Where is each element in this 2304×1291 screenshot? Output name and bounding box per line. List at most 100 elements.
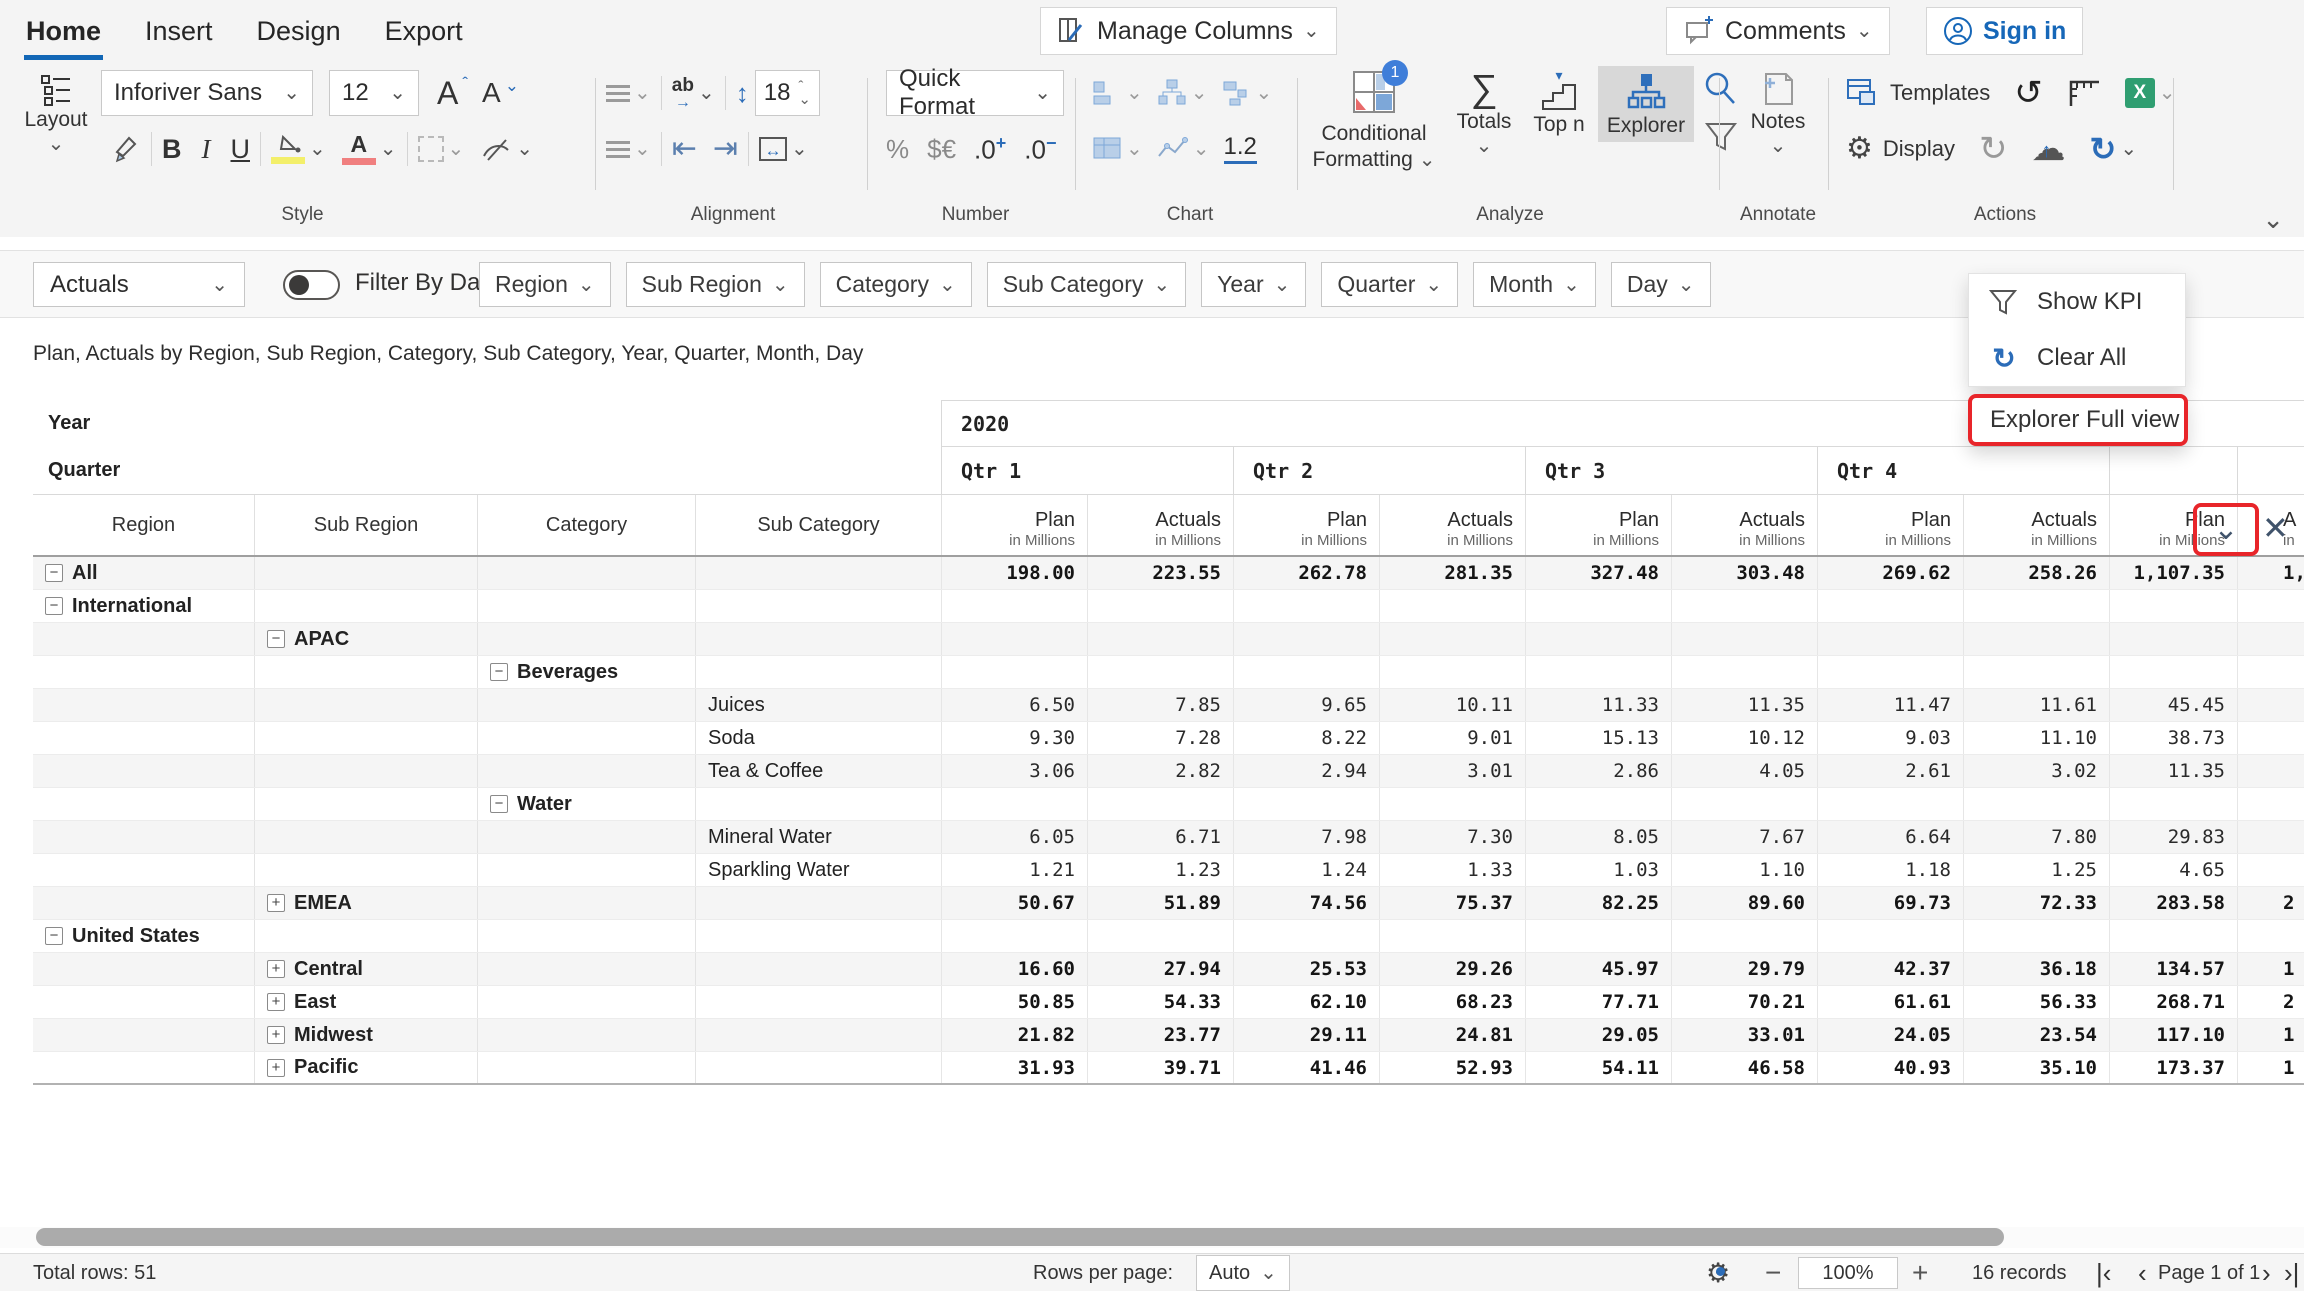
page-prev-icon[interactable]: ‹: [2138, 1254, 2147, 1291]
vertical-align-button[interactable]: ⌄: [606, 83, 651, 103]
row-height-spinner[interactable]: 18 ˆ⌄: [755, 70, 820, 116]
clear-formatting-button[interactable]: ⌄: [480, 134, 533, 164]
filter-by-date-toggle[interactable]: [283, 270, 340, 300]
measure-select[interactable]: Actuals ⌄: [33, 262, 245, 307]
notes-button[interactable]: Notes ⌄: [1738, 70, 1818, 156]
bar-chart-button[interactable]: ⌄: [1092, 78, 1143, 108]
tab-home[interactable]: Home: [26, 0, 101, 62]
font-size-select[interactable]: 12 ⌄: [329, 70, 419, 116]
chip-day[interactable]: Day⌄: [1611, 262, 1711, 307]
expand-icon[interactable]: +: [267, 1059, 285, 1077]
column-header-category[interactable]: Category: [477, 495, 695, 555]
column-header-sub-category[interactable]: Sub Category: [695, 495, 941, 555]
expand-icon[interactable]: +: [267, 894, 285, 912]
tab-export[interactable]: Export: [385, 0, 463, 62]
layout-button[interactable]: Layout ⌄: [17, 72, 95, 154]
text-overflow-button[interactable]: ab→ ⌄: [672, 76, 715, 111]
increase-indent-icon[interactable]: ⇥: [713, 134, 738, 164]
collapse-icon[interactable]: −: [45, 597, 63, 615]
sign-in-button[interactable]: Sign in: [1926, 7, 2083, 55]
decrease-font-button[interactable]: A⌄: [482, 77, 519, 109]
explorer-button[interactable]: Explorer: [1598, 66, 1694, 142]
chip-sub-category[interactable]: Sub Category⌄: [987, 262, 1186, 307]
font-color-button[interactable]: A ⌄: [342, 133, 397, 165]
quarter-header[interactable]: Qtr 4: [1817, 447, 2109, 495]
expand-icon[interactable]: +: [267, 1026, 285, 1044]
format-painter-button[interactable]: [111, 134, 141, 164]
chip-quarter[interactable]: Quarter⌄: [1321, 262, 1458, 307]
top-n-button[interactable]: ▾ Top n: [1524, 70, 1594, 137]
conditional-formatting-button[interactable]: 1 Conditional Formatting ⌄: [1306, 70, 1442, 174]
expand-icon[interactable]: +: [267, 993, 285, 1011]
page-first-icon[interactable]: |‹: [2096, 1254, 2111, 1291]
export-excel-button[interactable]: X ⌄: [2125, 78, 2176, 108]
spinner-down-icon[interactable]: ⌄: [798, 93, 811, 107]
chip-category[interactable]: Category⌄: [820, 262, 972, 307]
column-header-measure[interactable]: Planin Millions: [1233, 495, 1379, 555]
collapse-ribbon-icon[interactable]: ⌄: [2262, 204, 2284, 235]
underline-button[interactable]: U: [231, 134, 251, 165]
decrease-indent-icon[interactable]: ⇤: [672, 134, 697, 164]
number-format-button[interactable]: 1.2: [1224, 134, 1257, 163]
increase-font-button[interactable]: Aˆ: [437, 75, 468, 112]
chip-sub-region[interactable]: Sub Region⌄: [626, 262, 805, 307]
zoom-out-icon[interactable]: −: [1765, 1254, 1781, 1291]
scrollbar-thumb[interactable]: [36, 1228, 2004, 1246]
quarter-header[interactable]: Qtr 1: [941, 447, 1233, 495]
fill-color-button[interactable]: ⌄: [271, 135, 326, 164]
expand-icon[interactable]: +: [267, 960, 285, 978]
refresh-button[interactable]: ↻ ⌄: [2090, 133, 2138, 165]
collapse-icon[interactable]: −: [45, 927, 63, 945]
publish-icon[interactable]: ☁ ↑: [2032, 132, 2066, 166]
resize-icon[interactable]: [2067, 78, 2101, 108]
menu-item-show-kpi[interactable]: Show KPI: [1969, 274, 2185, 330]
tab-insert[interactable]: Insert: [145, 0, 213, 62]
quick-format-select[interactable]: Quick Format ⌄: [886, 70, 1064, 116]
collapse-icon[interactable]: −: [490, 795, 508, 813]
page-last-icon[interactable]: ›|: [2284, 1254, 2299, 1291]
collapse-icon[interactable]: −: [45, 564, 63, 582]
more-options-chevron-icon[interactable]: ⌄: [2213, 515, 2238, 545]
column-header-region[interactable]: Region: [33, 495, 254, 555]
chip-year[interactable]: Year⌄: [1201, 262, 1306, 307]
column-header-measure[interactable]: Actualsin Millions: [1963, 495, 2109, 555]
column-header-measure[interactable]: Planin Millions: [1525, 495, 1671, 555]
redo-icon[interactable]: ↻: [1979, 132, 2008, 166]
table-chart-button[interactable]: ⌄: [1092, 136, 1143, 162]
horizontal-align-button[interactable]: ⌄: [606, 139, 651, 159]
decrease-decimal-button[interactable]: .0−: [1024, 133, 1056, 166]
sparkline-button[interactable]: ⌄: [1157, 136, 1210, 162]
font-name-select[interactable]: Inforiver Sans ⌄: [101, 70, 313, 116]
page-next-icon[interactable]: ›: [2262, 1254, 2271, 1291]
chip-month[interactable]: Month⌄: [1473, 262, 1596, 307]
borders-button[interactable]: ⌄: [418, 136, 465, 162]
currency-format-button[interactable]: $€: [927, 134, 956, 165]
collapse-icon[interactable]: −: [490, 663, 508, 681]
quarter-header[interactable]: Qtr 3: [1525, 447, 1817, 495]
comments-button[interactable]: Comments ⌄: [1666, 7, 1890, 55]
tab-design[interactable]: Design: [257, 0, 341, 62]
waterfall-chart-button[interactable]: ⌄: [1222, 78, 1273, 108]
menu-item-clear-all[interactable]: ↻ Clear All: [1969, 330, 2185, 386]
chip-region[interactable]: Region⌄: [479, 262, 611, 307]
italic-button[interactable]: I: [202, 134, 211, 165]
rows-per-page-select[interactable]: Auto ⌄: [1196, 1255, 1290, 1291]
column-header-measure[interactable]: Actualsin Millions: [1087, 495, 1233, 555]
undo-icon[interactable]: ↺: [2014, 76, 2043, 110]
column-header-measure[interactable]: Planin Millions: [1817, 495, 1963, 555]
zoom-in-icon[interactable]: +: [1912, 1254, 1928, 1291]
templates-button[interactable]: Templates: [1846, 78, 1990, 108]
bold-button[interactable]: B: [162, 134, 182, 165]
percent-format-button[interactable]: %: [886, 134, 909, 165]
menu-item-explorer-full-view[interactable]: Explorer Full view: [1968, 394, 2188, 446]
collapse-icon[interactable]: −: [267, 630, 285, 648]
column-header-measure[interactable]: Planin Millions: [941, 495, 1087, 555]
quarter-header[interactable]: Qtr 2: [1233, 447, 1525, 495]
hierarchy-chart-button[interactable]: ⌄: [1157, 78, 1208, 108]
column-header-sub-region[interactable]: Sub Region: [254, 495, 477, 555]
column-header-measure[interactable]: Actualsin Millions: [1379, 495, 1525, 555]
display-button[interactable]: ⚙ Display: [1846, 134, 1955, 164]
increase-decimal-button[interactable]: .0+: [974, 133, 1006, 166]
fit-width-button[interactable]: ↔ ⌄: [759, 137, 808, 161]
manage-columns-button[interactable]: Manage Columns ⌄: [1040, 7, 1337, 55]
